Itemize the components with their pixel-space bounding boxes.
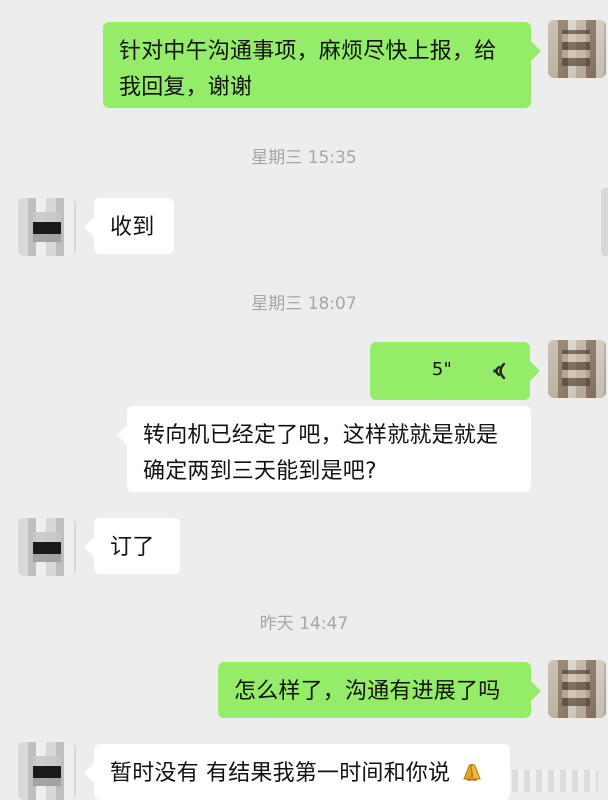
message-text-1: 针对中午沟通事项，麻烦尽快上报，给我回复，谢谢 <box>119 39 497 100</box>
message-text-6: 暂时没有 有结果我第一时间和你说 <box>110 761 451 786</box>
message-text-2: 收到 <box>110 215 155 240</box>
pray-icon <box>463 764 482 781</box>
message-bubble-6[interactable]: 暂时没有 有结果我第一时间和你说 <box>94 744 510 800</box>
message-text-3: 转向机已经定了吧，这样就就是就是确定两到三天能到是吧? <box>143 423 499 484</box>
contact-avatar-2[interactable] <box>18 518 76 576</box>
contact-avatar-1[interactable] <box>18 198 76 256</box>
right-edge-handle[interactable] <box>601 188 608 256</box>
timestamp-2: 星期三 18:07 <box>251 294 357 314</box>
message-text-4: 订了 <box>110 535 155 560</box>
message-bubble-2[interactable]: 收到 <box>94 198 174 254</box>
contact-avatar-3[interactable] <box>18 742 76 800</box>
voice-duration: 5" <box>431 359 452 380</box>
my-avatar-3[interactable] <box>548 660 606 718</box>
message-bubble-4[interactable]: 订了 <box>94 518 180 574</box>
watermark <box>506 770 598 792</box>
my-avatar-2[interactable] <box>548 340 606 398</box>
timestamp-1: 星期三 15:35 <box>251 148 357 168</box>
message-bubble-3[interactable]: 转向机已经定了吧，这样就就是就是确定两到三天能到是吧? <box>127 406 531 492</box>
message-bubble-5[interactable]: 怎么样了，沟通有进展了吗 <box>218 662 531 718</box>
voice-wave-icon <box>493 362 506 380</box>
timestamp-3: 昨天 14:47 <box>259 614 349 634</box>
my-avatar[interactable] <box>548 20 606 78</box>
message-bubble-1[interactable]: 针对中午沟通事项，麻烦尽快上报，给我回复，谢谢 <box>103 22 531 108</box>
voice-message-bubble[interactable]: 5" <box>370 342 530 400</box>
message-text-5: 怎么样了，沟通有进展了吗 <box>234 679 501 704</box>
